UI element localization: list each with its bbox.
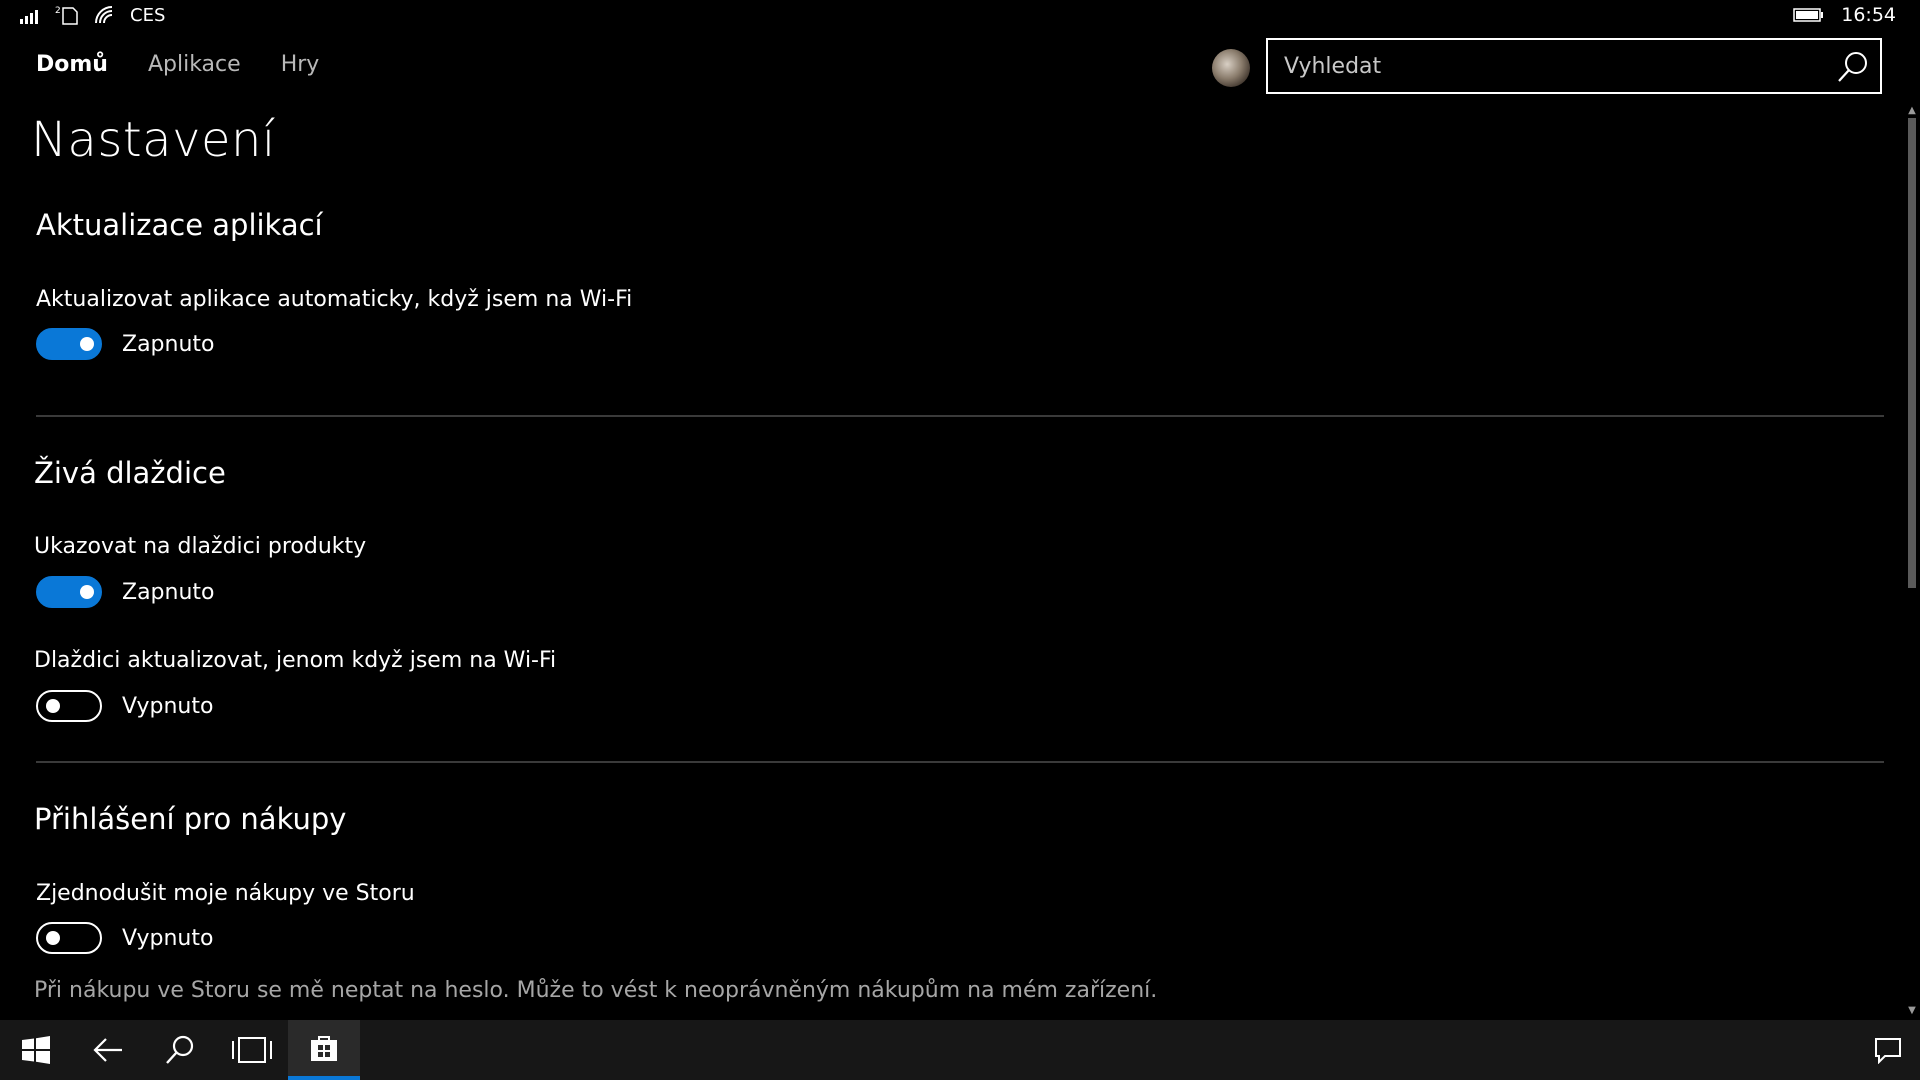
- wifi-icon: [95, 6, 113, 24]
- setting-label-tile-wifi: Dlaždici aktualizovat, jenom když jsem n…: [34, 648, 557, 673]
- purchase-description: Při nákupu ve Storu se mě neptat na hesl…: [34, 978, 1158, 1003]
- status-bar-left: 2 CES: [18, 4, 165, 26]
- nav-home[interactable]: Domů: [36, 52, 108, 77]
- status-bar-right: 16:54: [1793, 4, 1896, 26]
- toggle-simplify-purchases[interactable]: [36, 922, 102, 954]
- setting-row-simplify-purchases: Vypnuto: [36, 922, 213, 954]
- battery-icon: [1793, 8, 1824, 22]
- clock: 16:54: [1841, 4, 1896, 26]
- search-icon[interactable]: [1836, 50, 1870, 84]
- scroll-up-arrow-icon[interactable]: ▲: [1904, 104, 1920, 118]
- setting-row-tile-wifi: Vypnuto: [36, 690, 213, 722]
- signal-icon: [20, 10, 38, 24]
- action-center-icon: [1875, 1038, 1901, 1064]
- section-title-live-tile: Živá dlaždice: [34, 456, 226, 490]
- setting-label-simplify-purchases: Zjednodušit moje nákupy ve Storu: [36, 881, 415, 906]
- start-button[interactable]: [0, 1020, 72, 1080]
- section-title-purchase-signin: Přihlášení pro nákupy: [34, 802, 347, 836]
- top-nav: Domů Aplikace Hry: [36, 52, 319, 77]
- store-app-button[interactable]: [288, 1020, 360, 1080]
- section-title-app-updates: Aktualizace aplikací: [36, 208, 323, 242]
- setting-label-auto-update: Aktualizovat aplikace automaticky, když …: [36, 287, 633, 312]
- scroll-down-arrow-icon[interactable]: ▼: [1904, 1004, 1920, 1018]
- nav-apps[interactable]: Aplikace: [148, 52, 241, 77]
- search-input[interactable]: [1268, 40, 1808, 92]
- scroll-thumb[interactable]: [1908, 118, 1916, 588]
- carrier-name: CES: [130, 4, 166, 26]
- svg-text:2: 2: [55, 6, 61, 16]
- store-icon: [311, 1036, 337, 1061]
- setting-row-auto-update: Zapnuto: [36, 328, 215, 360]
- toggle-tile-wifi[interactable]: [36, 690, 102, 722]
- nav-games[interactable]: Hry: [281, 52, 320, 77]
- sim-icon: 2: [55, 6, 78, 25]
- taskbar: [0, 1020, 1920, 1080]
- section-divider: [36, 415, 1884, 417]
- user-avatar[interactable]: [1212, 49, 1250, 87]
- windows-start-icon: [22, 1036, 50, 1064]
- section-divider: [36, 761, 1884, 763]
- search-icon: [166, 1035, 194, 1064]
- back-arrow-icon: [93, 1038, 122, 1062]
- setting-row-show-products: Zapnuto: [36, 576, 215, 608]
- action-center-button[interactable]: [1856, 1020, 1920, 1080]
- toggle-state-label: Vypnuto: [122, 693, 214, 719]
- search-box: [1266, 38, 1882, 94]
- task-view-icon: [232, 1037, 272, 1063]
- toggle-knob: [80, 337, 94, 351]
- setting-label-show-products: Ukazovat na dlaždici produkty: [34, 534, 367, 559]
- toggle-auto-update[interactable]: [36, 328, 102, 360]
- toggle-state-label: Zapnuto: [122, 331, 215, 357]
- taskbar-search-button[interactable]: [144, 1020, 216, 1080]
- toggle-state-label: Zapnuto: [122, 579, 215, 605]
- toggle-state-label: Vypnuto: [122, 925, 214, 951]
- status-bar: 2 CES 16:54: [0, 0, 1920, 32]
- toggle-knob: [46, 699, 60, 713]
- toggle-knob: [80, 585, 94, 599]
- toggle-show-products[interactable]: [36, 576, 102, 608]
- back-button[interactable]: [72, 1020, 144, 1080]
- toggle-knob: [46, 931, 60, 945]
- task-view-button[interactable]: [216, 1020, 288, 1080]
- page-title: Nastavení: [31, 112, 276, 168]
